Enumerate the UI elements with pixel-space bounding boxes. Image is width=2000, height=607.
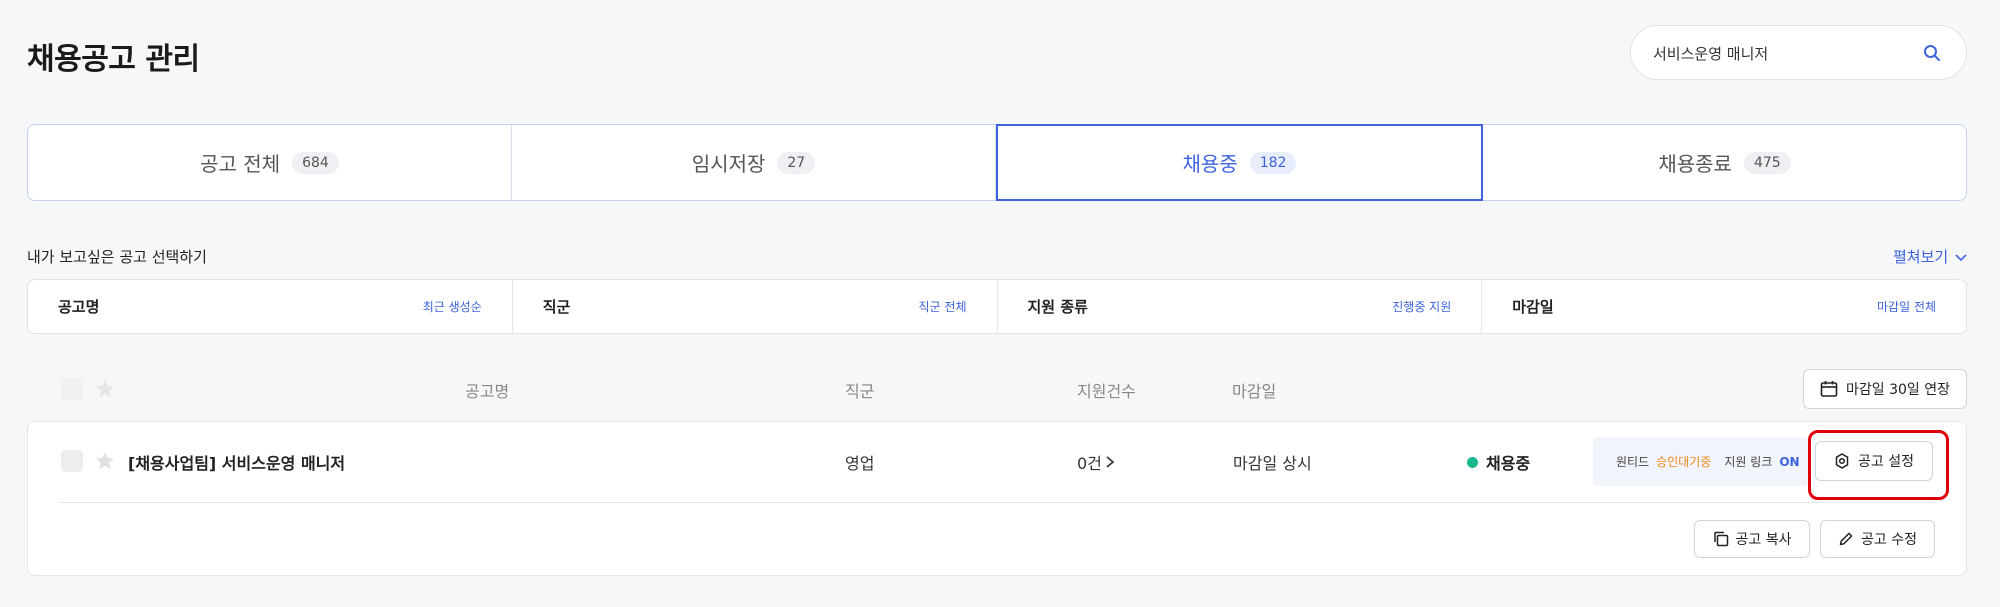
tab-closed[interactable]: 채용종료 475 xyxy=(1483,125,1966,200)
calendar-icon xyxy=(1820,381,1838,397)
filter-deadline[interactable]: 마감일 마감일 전체 xyxy=(1482,280,1966,333)
column-header-job-group: 직군 xyxy=(845,382,875,401)
wanted-label: 원티드 xyxy=(1616,455,1650,469)
applicants-count: 0건 xyxy=(1077,454,1102,473)
filter-bar: 공고명 최근 생성순 직군 직군 전체 지원 종류 진행중 지원 마감일 마감일… xyxy=(27,279,1967,334)
search-icon[interactable] xyxy=(1922,43,1942,63)
row-divider xyxy=(59,502,1935,503)
chevron-right-icon xyxy=(1106,456,1115,468)
channel-info-box: 원티드 승인대기중 지원 링크 ON xyxy=(1593,437,1808,486)
page-title: 채용공고 관리 xyxy=(27,42,200,77)
applicants-link[interactable]: 0건 xyxy=(1077,450,1115,474)
edit-job-button[interactable]: 공고 수정 xyxy=(1820,520,1935,558)
star-icon[interactable] xyxy=(94,450,116,472)
expand-label: 펼쳐보기 xyxy=(1893,248,1949,266)
search-box[interactable] xyxy=(1630,25,1967,80)
star-icon[interactable] xyxy=(94,378,116,400)
deadline-value: 마감일 상시 xyxy=(1233,454,1312,473)
filter-label: 지원 종류 xyxy=(1027,298,1088,316)
chevron-down-icon xyxy=(1955,253,1967,261)
pencil-icon xyxy=(1839,532,1853,546)
edit-job-label: 공고 수정 xyxy=(1861,532,1917,548)
filter-label: 마감일 xyxy=(1512,298,1554,316)
tab-label: 채용중 xyxy=(1182,152,1238,176)
filter-value: 진행중 지원 xyxy=(1392,300,1452,314)
status-label: 채용중 xyxy=(1486,454,1531,473)
search-input[interactable] xyxy=(1653,40,1913,66)
tab-label: 채용종료 xyxy=(1658,152,1732,176)
filter-job-group[interactable]: 직군 직군 전체 xyxy=(513,280,998,333)
filter-label: 공고명 xyxy=(58,298,100,316)
tab-label: 공고 전체 xyxy=(200,152,281,176)
highlight-box xyxy=(1808,430,1949,500)
extend-deadline-button[interactable]: 마감일 30일 연장 xyxy=(1803,369,1967,409)
copy-job-button[interactable]: 공고 복사 xyxy=(1694,520,1810,558)
status-badge: 채용중 xyxy=(1467,450,1530,474)
wanted-status: 승인대기중 xyxy=(1656,455,1712,469)
column-header-applicants: 지원건수 xyxy=(1077,382,1136,401)
expand-button[interactable]: 펼쳐보기 xyxy=(1893,246,1968,267)
tab-all[interactable]: 공고 전체 684 xyxy=(28,125,512,200)
filter-title[interactable]: 공고명 최근 생성순 xyxy=(28,280,513,333)
column-header-deadline: 마감일 xyxy=(1232,382,1277,401)
tab-recruiting[interactable]: 채용중 182 xyxy=(996,124,1483,201)
filter-label: 직군 xyxy=(542,298,571,316)
apply-link-status[interactable]: ON xyxy=(1779,455,1799,469)
filter-section-title: 내가 보고싶은 공고 선택하기 xyxy=(27,248,207,266)
tab-label: 임시저장 xyxy=(691,152,766,176)
copy-icon xyxy=(1713,531,1728,547)
filter-value: 직군 전체 xyxy=(918,300,967,314)
tab-count-badge: 182 xyxy=(1249,151,1297,174)
tab-count-badge: 684 xyxy=(292,151,339,174)
job-group-value: 영업 xyxy=(845,454,875,473)
select-all-checkbox[interactable] xyxy=(61,378,83,400)
apply-link-label: 지원 링크 xyxy=(1724,455,1773,469)
status-dot-icon xyxy=(1467,456,1478,468)
filter-application-type[interactable]: 지원 종류 진행중 지원 xyxy=(998,280,1483,333)
copy-job-label: 공고 복사 xyxy=(1735,532,1792,548)
job-title-link[interactable]: [채용사업팀] 서비스운영 매니저 xyxy=(128,450,345,474)
job-checkbox[interactable] xyxy=(61,450,83,472)
filter-value: 최근 생성순 xyxy=(422,300,482,314)
status-tabs: 공고 전체 684 임시저장 27 채용중 182 채용종료 475 xyxy=(27,124,1967,201)
tab-count-badge: 27 xyxy=(777,151,816,174)
filter-value: 마감일 전체 xyxy=(1876,300,1936,314)
column-header-title: 공고명 xyxy=(465,382,510,401)
tab-draft[interactable]: 임시저장 27 xyxy=(512,125,996,200)
extend-deadline-label: 마감일 30일 연장 xyxy=(1846,382,1950,398)
tab-count-badge: 475 xyxy=(1743,151,1791,174)
